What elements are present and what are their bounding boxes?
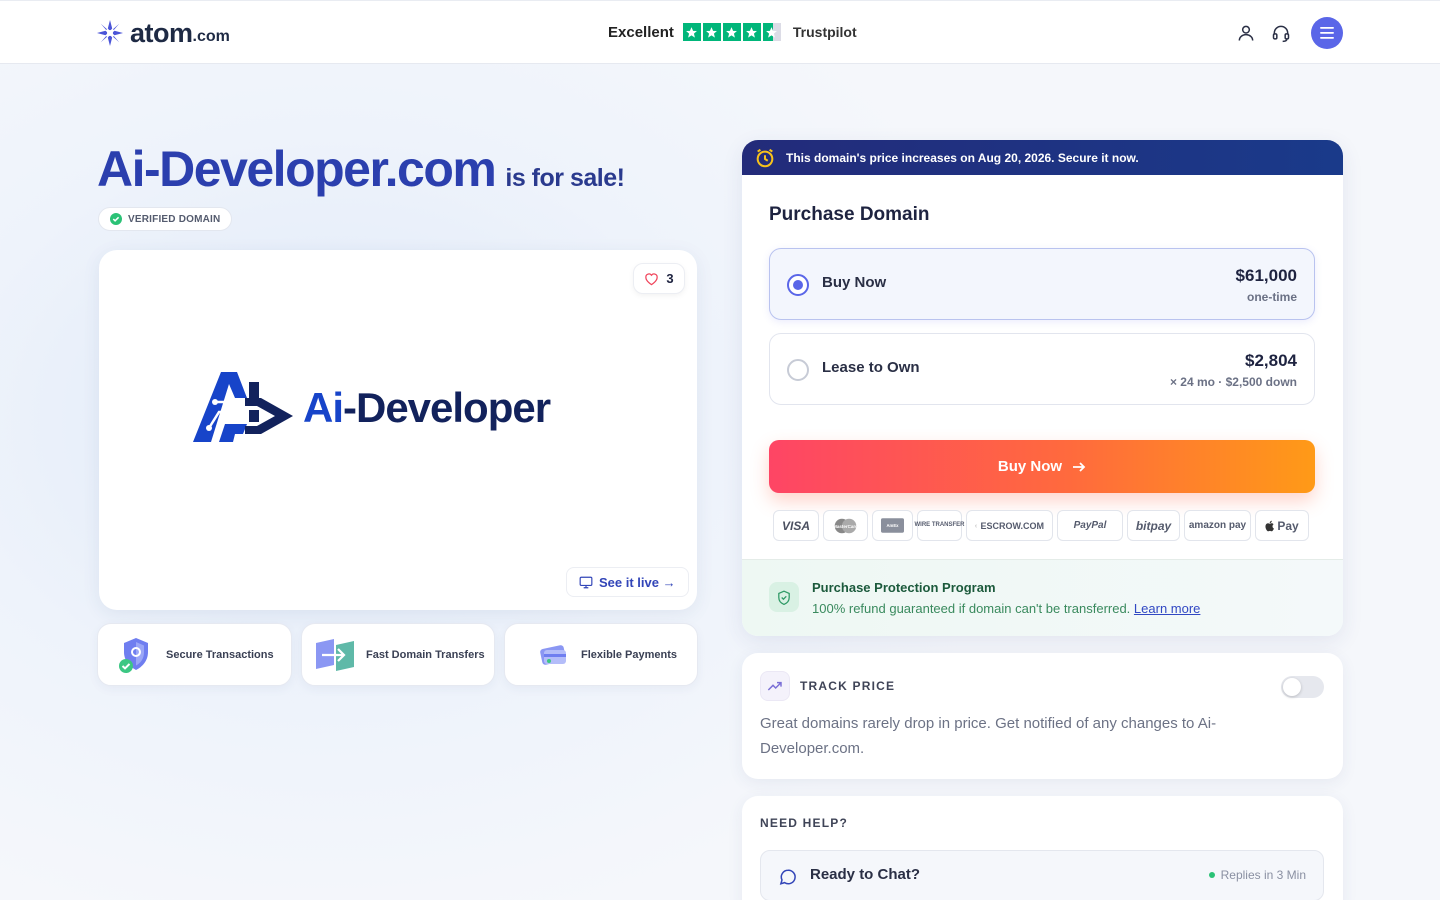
buy-now-label: Buy Now (997, 458, 1063, 475)
feature-fast-domain-transfers: Fast Domain Transfers (301, 623, 495, 686)
verified-label: VERIFIED DOMAIN (128, 213, 221, 225)
feature-flexible-payments: Flexible Payments (504, 623, 698, 686)
apple-pay-icon: Pay (1255, 510, 1309, 541)
site-header: atom .com Excellent Trustpilot (0, 0, 1440, 64)
arrow-right-icon (1073, 461, 1086, 472)
option-sub: × 24 mo · $2,500 down (1169, 375, 1297, 389)
brand-wordmark: Ai-Developer (303, 384, 551, 432)
for-sale-text: is for sale! (505, 164, 625, 192)
purchase-protection: Purchase Protection Program 100% refund … (742, 559, 1343, 636)
see-it-live-button[interactable]: See it live → (566, 567, 689, 597)
card-icon (540, 644, 566, 665)
brand-logo: Ai-Developer (189, 368, 589, 448)
paypal-icon: PayPal (1057, 510, 1123, 541)
clock-alarm-icon (756, 148, 774, 167)
trustpilot-rating-text: Excellent (608, 23, 674, 41)
menu-button[interactable] (1311, 17, 1343, 49)
protection-title: Purchase Protection Program (812, 580, 996, 595)
half-star-icon (762, 23, 781, 41)
chat-status: Replies in 3 Min (1208, 868, 1306, 882)
escrow-text: ESCROW.COM (980, 520, 1044, 531)
track-price-title: TRACK PRICE (800, 679, 896, 693)
brand-wordmark-rest: -Developer (343, 384, 551, 431)
page-title: Ai-Developer.com is for sale! (97, 140, 625, 200)
mastercard-icon: MasterCard (823, 510, 868, 541)
learn-more-link[interactable]: Learn more (1134, 601, 1200, 616)
chat-label: Ready to Chat? (810, 866, 921, 883)
track-price-toggle[interactable] (1281, 676, 1324, 698)
chat-bubble-icon (778, 867, 798, 887)
star-icon (682, 23, 701, 41)
atom-logo[interactable]: atom .com (96, 17, 230, 49)
price-increase-text: This domain's price increases on Aug 20,… (786, 150, 1139, 165)
visa-icon: VISA (773, 510, 819, 541)
like-count: 3 (666, 271, 674, 286)
price-increase-banner: This domain's price increases on Aug 20,… (742, 140, 1343, 175)
verified-badge: VERIFIED DOMAIN (98, 207, 233, 231)
need-help-title: NEED HELP? (760, 816, 849, 830)
protection-text: 100% refund guaranteed if domain can't b… (812, 601, 1131, 616)
trending-up-icon (760, 671, 790, 701)
trustpilot-stars (682, 23, 781, 41)
shield-icon (119, 637, 148, 673)
star-icon (742, 23, 761, 41)
feature-label: Fast Domain Transfers (366, 648, 485, 661)
like-button[interactable]: 3 (633, 263, 685, 294)
need-help-card: NEED HELP? Ready to Chat? Replies in 3 M… (742, 796, 1343, 900)
amazon-pay-icon: amazon pay (1184, 510, 1251, 541)
track-price-description: Great domains rarely drop in price. Get … (760, 715, 1217, 757)
option-lease-to-own[interactable]: Lease to Own $2,804 × 24 mo · $2,500 dow… (769, 333, 1315, 405)
escrow-icon: ESCROW.COM (966, 510, 1053, 541)
heart-icon (645, 272, 659, 285)
apple-pay-text: Pay (1277, 518, 1299, 533)
atom-star-icon (97, 20, 123, 46)
amex-text: AmEx (886, 523, 899, 528)
purchase-title: Purchase Domain (769, 204, 930, 225)
amex-icon: AmEx (872, 510, 913, 541)
purchase-card: This domain's price increases on Aug 20,… (742, 140, 1343, 636)
radio-lease-to-own[interactable] (787, 359, 809, 381)
online-dot (1208, 872, 1215, 878)
star-icon (702, 23, 721, 41)
track-price-card: TRACK PRICE Great domains rarely drop in… (742, 653, 1343, 779)
option-label: Buy Now (822, 274, 887, 291)
domain-logo-card: 3 Ai-Developer See it live → (99, 250, 697, 610)
protection-description: 100% refund guaranteed if domain can't b… (812, 601, 1200, 616)
mastercard-text: MasterCard (833, 523, 858, 528)
domain-name: Ai-Developer.com (97, 141, 497, 197)
hamburger-icon (1320, 27, 1334, 39)
buy-now-button[interactable]: Buy Now (769, 440, 1315, 493)
logo-wordmark: atom (130, 17, 193, 48)
logo-suffix: .com (192, 27, 230, 45)
ai-circuit-logo-icon (193, 372, 293, 442)
chat-button[interactable]: Ready to Chat? Replies in 3 Min (760, 850, 1324, 900)
check-circle-icon (110, 213, 122, 225)
transfer-icon (316, 638, 354, 671)
monitor-icon (579, 576, 593, 588)
account-icon[interactable] (1234, 21, 1258, 45)
option-label: Lease to Own (822, 359, 920, 376)
star-icon (722, 23, 741, 41)
radio-buy-now[interactable] (787, 274, 809, 296)
feature-label: Secure Transactions (166, 648, 274, 661)
see-it-live-label: See it live → (599, 574, 676, 590)
trustpilot-rating[interactable]: Excellent Trustpilot (608, 21, 857, 43)
option-price: $61,000 (1235, 266, 1297, 285)
option-sub: one-time (1246, 290, 1297, 304)
option-price: $2,804 (1245, 351, 1297, 370)
option-buy-now[interactable]: Buy Now $61,000 one-time (769, 248, 1315, 320)
support-headset-icon[interactable] (1269, 21, 1293, 45)
bitpay-icon: bitpay (1127, 510, 1180, 541)
payment-methods: VISA MasterCard AmEx WIRE TRANSFER ESCRO… (773, 510, 1309, 541)
chat-status-text: Replies in 3 Min (1220, 868, 1306, 882)
feature-secure-transactions: Secure Transactions (97, 623, 292, 686)
brand-wordmark-ai: Ai (303, 384, 344, 431)
feature-label: Flexible Payments (581, 648, 677, 661)
wire-transfer-icon: WIRE TRANSFER (915, 510, 965, 541)
shield-check-icon (769, 582, 799, 612)
trustpilot-name: Trustpilot (792, 24, 857, 40)
